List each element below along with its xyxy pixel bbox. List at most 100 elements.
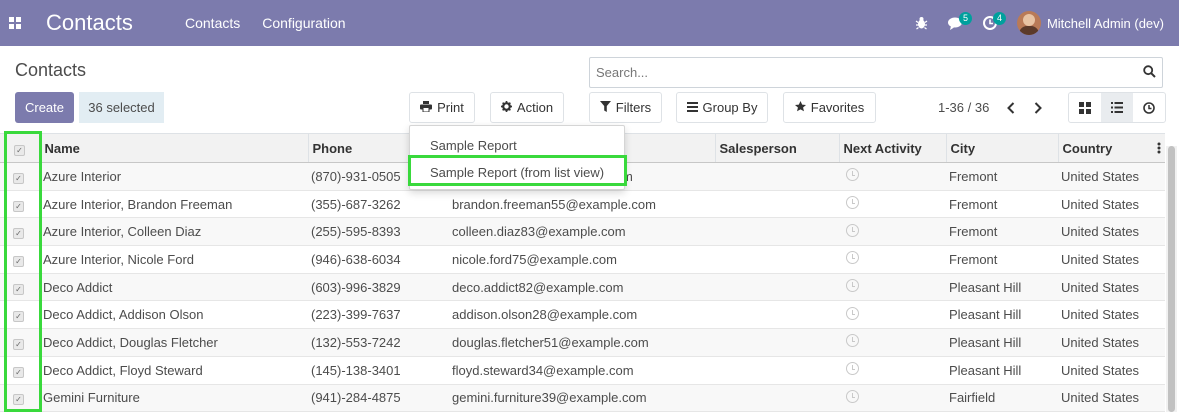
bug-icon[interactable] [905, 0, 939, 46]
column-header-next-activity[interactable]: Next Activity [838, 133, 946, 163]
vertical-scrollbar[interactable] [1166, 146, 1177, 412]
cell-email: floyd.steward34@example.com [449, 356, 715, 385]
table-row[interactable]: ✓ Gemini Furniture (941)-284-4875 gemini.fu… [0, 384, 1165, 412]
table-row[interactable]: ✓ Azure Interior, Nicole Ford (946)-638-60… [0, 245, 1165, 274]
scrollbar-thumb[interactable] [1168, 146, 1175, 412]
cell-phone: (946)-638-6034 [308, 245, 449, 274]
activity-clock-icon[interactable] [846, 168, 859, 182]
cell-phone: (223)-399-7637 [308, 300, 449, 330]
user-name: Mitchell Admin (dev) [1046, 15, 1164, 31]
list-view-icon[interactable] [1101, 93, 1133, 122]
activity-clock-icon[interactable] [846, 251, 859, 265]
user-menu[interactable]: Mitchell Admin (dev) [1016, 11, 1164, 35]
pager-value[interactable]: 1-36 / 36 [938, 100, 989, 115]
filter-icon [599, 100, 611, 115]
table-row[interactable]: ✓ Azure Interior, Colleen Diaz (255)-595-8… [0, 217, 1165, 247]
top-navbar: Contacts Contacts Configuration 5 4 Mitc… [0, 0, 1179, 46]
activity-clock-icon[interactable]: 4 [973, 0, 1007, 46]
country-header-label: Country [1062, 140, 1113, 156]
cell-name: Deco Addict, Douglas Fletcher [40, 328, 308, 357]
favorites-label: Favorites [810, 100, 865, 115]
chevron-right-icon[interactable] [1028, 96, 1048, 120]
cell-city: Pleasant Hill [946, 328, 1058, 357]
create-button[interactable]: Create [15, 92, 74, 123]
cell-next-activity [839, 245, 946, 274]
menu-item-highlight [408, 155, 627, 186]
cell-next-activity [839, 328, 946, 357]
bars-icon [686, 101, 698, 115]
cell-next-activity [839, 190, 946, 219]
activity-clock-icon[interactable] [846, 223, 859, 237]
activity-clock-icon[interactable] [846, 279, 859, 293]
table-row[interactable]: ✓ Azure Interior, Brandon Freeman (355)-68… [0, 190, 1165, 219]
chevron-left-icon[interactable] [1001, 96, 1021, 120]
view-switcher [1068, 92, 1166, 123]
kanban-view-icon[interactable] [1069, 93, 1101, 122]
column-header-salesperson[interactable]: Salesperson [714, 133, 839, 163]
table-row[interactable]: ✓ Deco Addict, Douglas Fletcher (132)-553-… [0, 328, 1165, 357]
cell-country: United States [1058, 190, 1165, 219]
table-row[interactable]: ✓ Deco Addict, Floyd Steward (145)-138-340… [0, 356, 1165, 385]
cell-country: United States [1058, 300, 1165, 330]
filters-button[interactable]: Filters [589, 92, 662, 123]
cell-country: United States [1058, 356, 1165, 385]
search-icon[interactable] [1143, 64, 1156, 81]
cell-name: Deco Addict, Addison Olson [40, 300, 308, 330]
cell-city: Pleasant Hill [946, 273, 1058, 302]
group-by-button[interactable]: Group By [676, 92, 768, 123]
activity-clock-icon[interactable] [846, 389, 859, 403]
cell-salesperson [715, 328, 839, 357]
activity-clock-icon[interactable] [846, 362, 859, 376]
cell-next-activity [839, 356, 946, 385]
column-header-city[interactable]: City [945, 133, 1058, 163]
cell-city: Fairfield [946, 384, 1058, 412]
cell-country: United States [1058, 217, 1165, 247]
print-button[interactable]: Print [409, 92, 475, 123]
cell-salesperson [715, 300, 839, 330]
cell-phone: (941)-284-4875 [308, 384, 449, 412]
cell-next-activity [839, 384, 946, 412]
star-icon [794, 100, 806, 115]
column-header-name[interactable]: Name [39, 133, 308, 163]
cell-name: Deco Addict [40, 273, 308, 302]
search-input[interactable]: Search... [589, 57, 1163, 88]
cell-salesperson [715, 217, 839, 247]
activity-clock-icon[interactable] [846, 196, 859, 210]
menu-item-configuration[interactable]: Configuration [251, 0, 356, 46]
cell-email: douglas.fletcher51@example.com [449, 328, 715, 357]
cell-phone: (132)-553-7242 [308, 328, 449, 357]
activities-badge: 4 [992, 12, 1006, 25]
cell-salesperson [715, 245, 839, 274]
column-options-icon[interactable] [1157, 142, 1161, 157]
filters-label: Filters [615, 100, 652, 115]
systray: 5 4 Mitchell Admin (dev) [905, 0, 1179, 46]
action-button[interactable]: Action [490, 92, 564, 123]
favorites-button[interactable]: Favorites [783, 92, 876, 123]
cell-name: Azure Interior, Brandon Freeman [40, 190, 308, 219]
cell-email: addison.olson28@example.com [449, 300, 715, 330]
activity-clock-icon[interactable] [846, 334, 859, 348]
column-header-country[interactable]: Country [1057, 133, 1165, 163]
cell-salesperson [715, 384, 839, 412]
activity-clock-icon[interactable] [846, 306, 859, 320]
cell-city: Fremont [946, 190, 1058, 219]
cell-email: colleen.diaz83@example.com [449, 217, 715, 247]
cell-country: United States [1058, 273, 1165, 302]
table-row[interactable]: ✓ Deco Addict (603)-996-3829 deco.addict82@… [0, 273, 1165, 302]
cell-email: nicole.ford75@example.com [449, 245, 715, 274]
activity-view-icon[interactable] [1133, 93, 1165, 122]
chat-icon[interactable]: 5 [939, 0, 973, 46]
table-row[interactable]: ✓ Deco Addict, Addison Olson (223)-399-763… [0, 300, 1165, 330]
cell-country: United States [1058, 328, 1165, 357]
print-icon [420, 100, 433, 115]
cell-name: Gemini Furniture [40, 384, 308, 412]
cell-next-activity [839, 217, 946, 247]
cell-phone: (145)-138-3401 [308, 356, 449, 385]
cell-country: United States [1058, 384, 1165, 412]
menu-item-contacts[interactable]: Contacts [174, 0, 251, 46]
cell-name: Azure Interior, Nicole Ford [40, 245, 308, 274]
cell-city: Fremont [946, 162, 1058, 191]
cell-email: deco.addict82@example.com [449, 273, 715, 302]
apps-grid-icon[interactable] [0, 0, 30, 46]
app-title[interactable]: Contacts [46, 10, 174, 36]
